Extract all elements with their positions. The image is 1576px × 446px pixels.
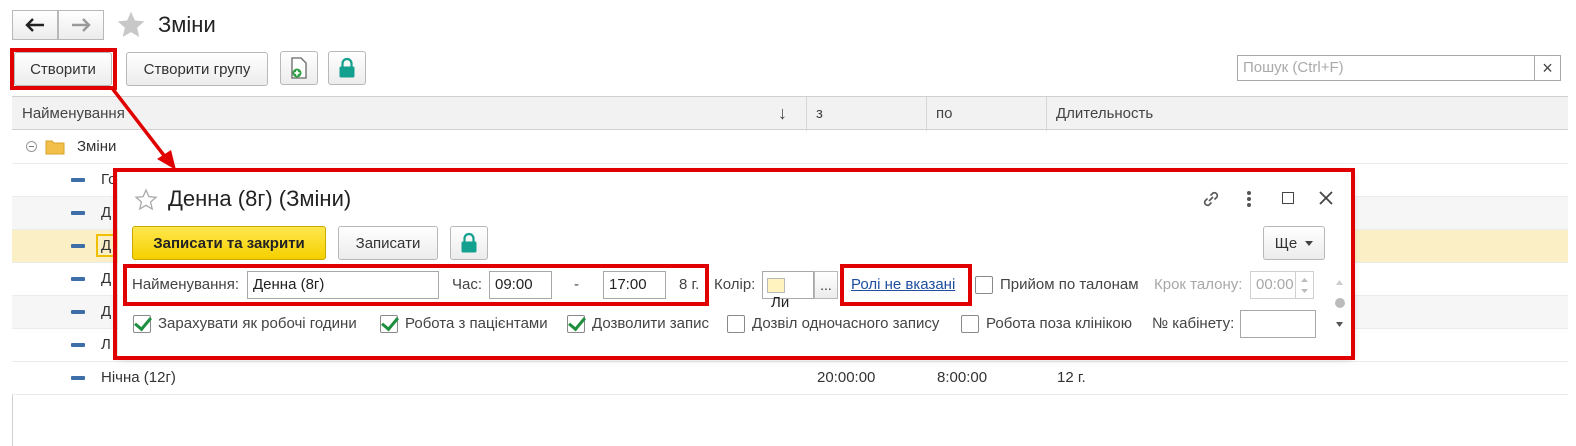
- save-and-close-button[interactable]: Записати та закрити: [132, 226, 326, 260]
- row-from: 20:00:00: [817, 369, 876, 386]
- copy-document-button[interactable]: [280, 51, 318, 85]
- lock-button[interactable]: [328, 51, 366, 85]
- column-name[interactable]: Найменування: [22, 105, 125, 122]
- work-with-patients-label: Робота з пацієнтами: [405, 315, 548, 332]
- color-select-button[interactable]: ...: [814, 271, 838, 299]
- count-work-hours-label: Зарахувати як робочі години: [158, 315, 357, 332]
- more-label: Ще: [1274, 234, 1298, 252]
- search-input[interactable]: Пошук (Ctrl+F): [1237, 55, 1535, 81]
- ticket-step-label: Крок талону:: [1154, 276, 1243, 293]
- page-title: Зміни: [158, 12, 216, 37]
- maximize-icon[interactable]: [1282, 192, 1294, 204]
- item-icon: [71, 310, 85, 314]
- time-separator: -: [574, 276, 579, 293]
- item-icon: [71, 211, 85, 215]
- concurrent-booking-checkbox[interactable]: [727, 315, 745, 333]
- lock-icon: [339, 57, 355, 78]
- collapse-icon[interactable]: [26, 141, 37, 152]
- create-button[interactable]: Створити: [14, 52, 112, 86]
- time-to-field[interactable]: 17:00: [603, 271, 666, 299]
- tickets-label: Прийом по талонам: [1000, 276, 1139, 293]
- arrow-right-icon: [72, 18, 91, 32]
- shift-dialog: Денна (8г) (Зміни) Записати та закрити З…: [118, 172, 1352, 356]
- group-label: Зміни: [77, 138, 117, 155]
- row-name: Д: [101, 303, 112, 320]
- more-vertical-icon[interactable]: [1244, 188, 1254, 210]
- tickets-checkbox[interactable]: [975, 276, 993, 294]
- row-name: Д: [96, 234, 117, 257]
- scroll-up-icon[interactable]: [1336, 280, 1343, 285]
- item-icon: [71, 376, 85, 380]
- group-row[interactable]: Зміни: [12, 131, 1568, 164]
- search-clear-button[interactable]: ×: [1535, 55, 1561, 81]
- row-name: Д: [101, 204, 112, 221]
- favorite-star-outline-icon[interactable]: [134, 188, 158, 212]
- scroll-thumb[interactable]: [1335, 298, 1345, 308]
- save-button[interactable]: Записати: [338, 226, 438, 260]
- document-add-icon: [291, 57, 307, 79]
- dialog-scrollbar[interactable]: [1334, 276, 1346, 338]
- chevron-down-icon: [1305, 240, 1314, 246]
- forward-button[interactable]: [58, 10, 104, 40]
- row-name: Го: [101, 171, 117, 188]
- favorite-star-icon[interactable]: [115, 9, 147, 41]
- folder-icon: [45, 140, 65, 155]
- item-icon: [71, 277, 85, 281]
- name-field[interactable]: Денна (8г): [247, 271, 439, 299]
- dialog-title: Денна (8г) (Зміни): [168, 186, 352, 211]
- name-label: Найменування:: [132, 276, 239, 293]
- row-duration: 12 г.: [1057, 369, 1086, 386]
- link-icon[interactable]: [1200, 188, 1222, 210]
- sort-arrow-icon[interactable]: ↓: [778, 103, 787, 124]
- column-duration[interactable]: Длительность: [1056, 105, 1153, 122]
- row-name: Нічна (12г): [101, 369, 176, 386]
- color-label: Колір:: [714, 276, 756, 293]
- concurrent-booking-label: Дозвіл одночасного запису: [752, 315, 940, 332]
- work-with-patients-checkbox[interactable]: [380, 315, 398, 333]
- lock-icon: [461, 232, 477, 253]
- allow-booking-checkbox[interactable]: [567, 315, 585, 333]
- cabinet-label: № кабінету:: [1152, 315, 1235, 332]
- ticket-step-spinner[interactable]: [1296, 271, 1314, 299]
- arrow-left-icon: [25, 18, 44, 32]
- more-button[interactable]: Ще: [1263, 226, 1325, 260]
- ticket-step-field[interactable]: 00:00: [1250, 271, 1296, 299]
- color-field[interactable]: Ли: [762, 271, 814, 311]
- back-button[interactable]: [12, 10, 58, 40]
- count-work-hours-checkbox[interactable]: [133, 315, 151, 333]
- item-icon: [71, 343, 85, 347]
- scroll-down-icon[interactable]: [1336, 322, 1343, 327]
- off-clinic-label: Робота поза клінікою: [986, 315, 1132, 332]
- spinner-up-icon: [1301, 278, 1308, 282]
- table-header: Найменування ↓ з по Длительность: [12, 96, 1568, 131]
- time-label: Час:: [452, 276, 483, 293]
- cabinet-field[interactable]: [1240, 310, 1316, 338]
- hours-value: 8 г.: [679, 276, 700, 293]
- off-clinic-checkbox[interactable]: [961, 315, 979, 333]
- row-to: 8:00:00: [937, 369, 988, 386]
- dialog-lock-button[interactable]: [450, 226, 488, 260]
- table-row[interactable]: Нічна (12г) 20:00:00 8:00:00 12 г.: [12, 362, 1568, 395]
- close-icon[interactable]: [1317, 189, 1335, 207]
- spinner-down-icon: [1301, 289, 1308, 293]
- color-value: Ли: [771, 293, 790, 311]
- row-name: Д: [101, 270, 112, 287]
- create-group-button[interactable]: Створити групу: [126, 52, 268, 86]
- time-from-field[interactable]: 09:00: [489, 271, 552, 299]
- color-swatch: [767, 277, 785, 293]
- item-icon: [71, 178, 85, 182]
- column-from[interactable]: з: [816, 105, 823, 122]
- row-name: Л: [101, 336, 111, 353]
- item-icon: [71, 244, 85, 248]
- column-to[interactable]: по: [936, 105, 952, 122]
- allow-booking-label: Дозволити запис: [592, 315, 709, 332]
- roles-link[interactable]: Ролі не вказані: [851, 276, 955, 293]
